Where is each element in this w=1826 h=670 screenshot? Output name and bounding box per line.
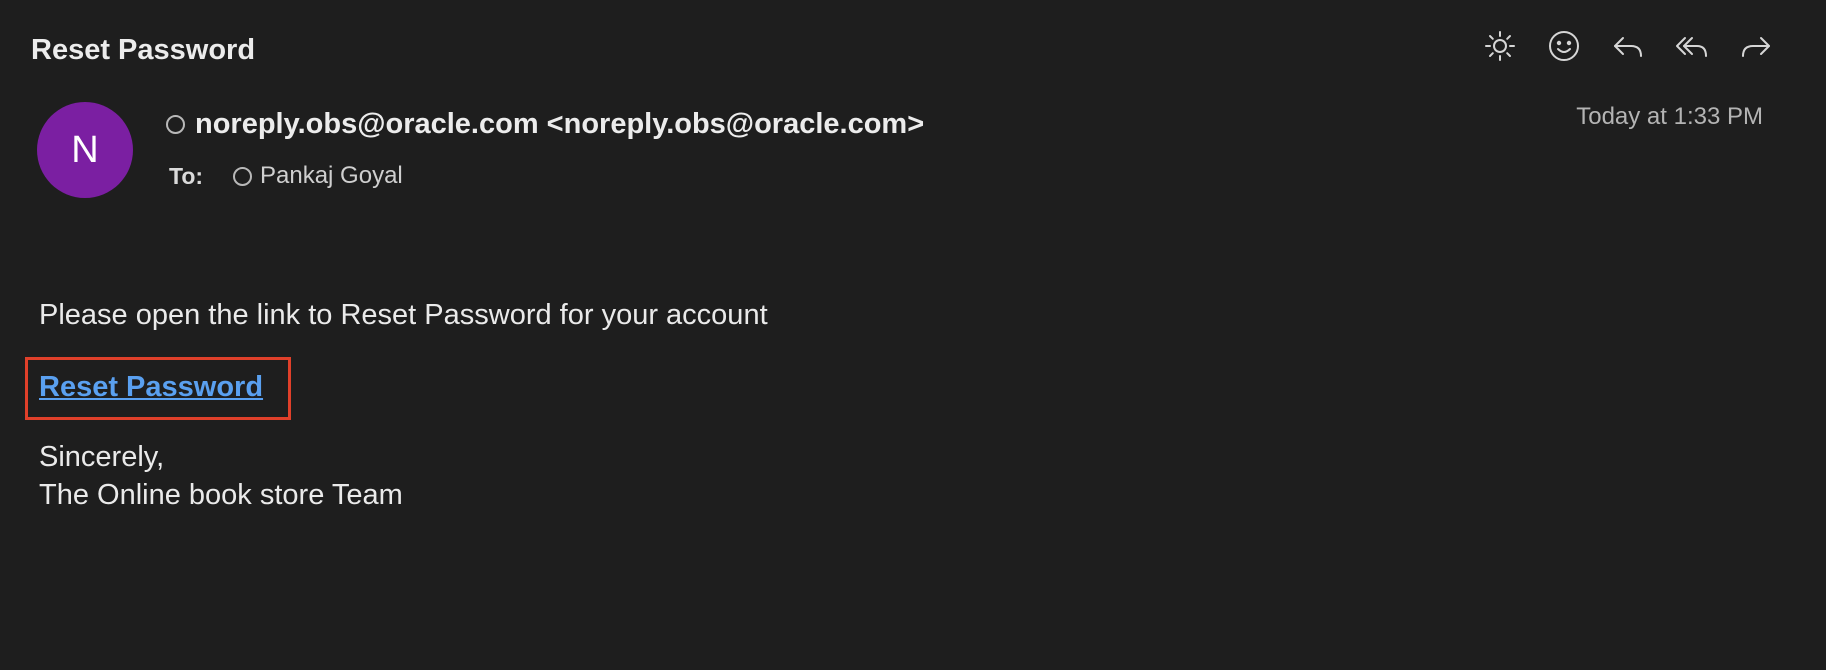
brightness-icon [1485,31,1515,61]
email-body: Please open the link to Reset Password f… [39,296,768,334]
reply-button[interactable] [1610,28,1646,64]
recipient-row: To: Pankaj Goyal [169,162,403,190]
sender-avatar[interactable]: N [37,102,133,198]
sender-status-circle-icon [166,114,185,134]
emoji-icon [1549,31,1579,61]
avatar-letter: N [71,128,99,171]
email-viewer: Reset Password N noreply.obs@oracle.com … [0,0,1826,670]
emoji-button[interactable] [1546,28,1582,64]
reply-icon [1614,37,1642,57]
message-toolbar [1482,28,1774,64]
body-intro-text: Please open the link to Reset Password f… [39,299,768,331]
forward-icon [1742,37,1770,57]
signoff: Sincerely, The Online book store Team [39,438,403,514]
recipient-name[interactable]: Pankaj Goyal [260,162,403,190]
sender-address[interactable]: noreply.obs@oracle.com <noreply.obs@orac… [195,106,924,142]
email-date: Today at 1:33 PM [1576,103,1763,130]
forward-button[interactable] [1738,28,1774,64]
reply-all-button[interactable] [1674,28,1710,64]
reply-all-icon [1676,37,1707,57]
reset-password-link[interactable]: Reset Password [39,368,263,406]
signoff-line-1: Sincerely, [39,441,165,473]
recipient-status-circle-icon [233,166,252,186]
to-label: To: [169,162,204,189]
email-subject: Reset Password [31,34,256,66]
brightness-button[interactable] [1482,28,1518,64]
from-row: noreply.obs@oracle.com <noreply.obs@orac… [166,106,924,142]
signoff-line-2: The Online book store Team [39,479,403,511]
